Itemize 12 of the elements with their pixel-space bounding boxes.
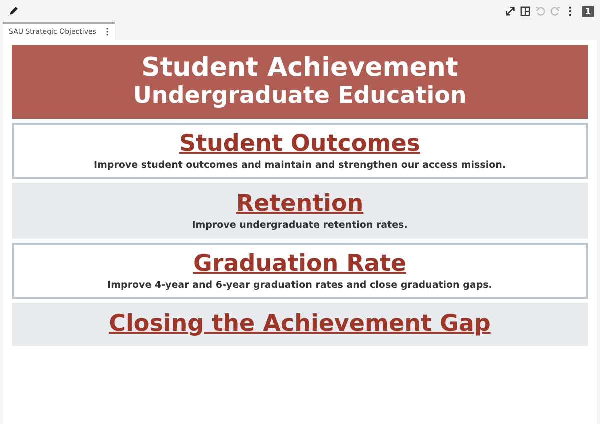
objective-description: Improve undergraduate retention rates. [192,219,408,232]
count-badge: 1 [582,6,594,16]
objective-title[interactable]: Graduation Rate [194,249,406,279]
banner-subtitle: Undergraduate Education [133,83,467,110]
banner-title: Student Achievement [142,53,458,83]
objective-description: Improve 4-year and 6-year graduation rates and close graduation gaps. [108,279,492,292]
objective-title[interactable]: Student Outcomes [180,129,420,159]
pencil-icon[interactable] [9,6,19,16]
more-icon[interactable] [106,28,110,36]
objective-title[interactable]: Closing the Achievement Gap [109,309,491,339]
objective-description: Improve student outcomes and maintain and strengthen our access mission. [94,159,506,172]
objective-title[interactable]: Retention [236,189,364,219]
